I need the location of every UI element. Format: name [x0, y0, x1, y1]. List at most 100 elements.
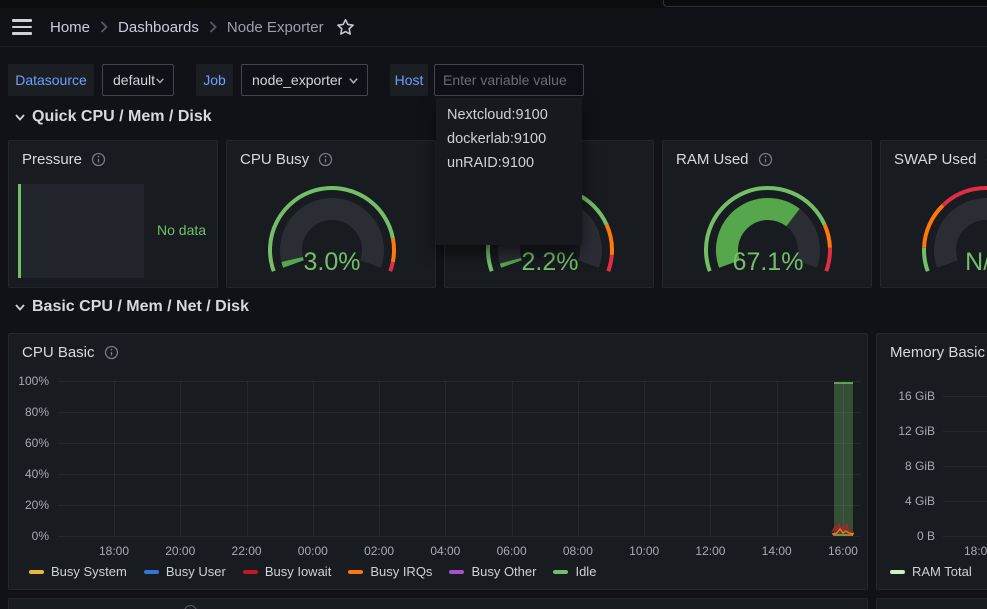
legend-label: Idle [575, 564, 596, 579]
panel-title[interactable]: CPU Busy [240, 151, 309, 168]
gridline [943, 431, 987, 432]
y-axis-tick: 20% [25, 498, 49, 512]
panel-swap-used: SWAP Used N/A [880, 140, 987, 288]
top-chrome-strip [0, 0, 987, 8]
x-axis-tick: 14:00 [762, 544, 792, 558]
chevron-down-icon [155, 75, 165, 86]
x-axis-tick: 00:00 [298, 544, 328, 558]
panel-cpu-busy: CPU Busy 3.0% [226, 140, 436, 288]
info-icon[interactable] [318, 152, 333, 167]
gridline [644, 381, 645, 536]
panel-ram-used: RAM Used 67.1% [662, 140, 872, 288]
search-bar-partial[interactable] [663, 0, 987, 7]
x-axis-tick: 08:00 [563, 544, 593, 558]
datasource-select[interactable]: default [102, 64, 174, 96]
legend-item[interactable]: RAM Total [890, 564, 972, 579]
chevron-right-icon [209, 21, 217, 33]
legend-label: RAM Total [912, 564, 972, 579]
legend-label: Busy User [166, 564, 226, 579]
host-option[interactable]: dockerlab:9100 [436, 127, 582, 151]
y-axis-tick: 40% [25, 467, 49, 481]
memory-basic-legend: RAM Total [890, 564, 987, 579]
cpu-activity-spike [58, 381, 861, 537]
y-axis-tick: 12 GiB [898, 424, 935, 438]
job-select[interactable]: node_exporter [241, 64, 368, 96]
host-option[interactable]: unRAID:9100 [436, 151, 582, 175]
gauge-graphic: 67.1% [663, 177, 873, 289]
gridline [943, 466, 987, 467]
breadcrumb-dashboards[interactable]: Dashboards [118, 19, 199, 36]
gridline [777, 381, 778, 536]
panel-next-row-right-partial [876, 598, 987, 609]
panel-title[interactable]: SWAP Used [894, 151, 977, 168]
x-axis-tick: 02:00 [364, 544, 394, 558]
host-label: Host [390, 64, 428, 96]
gridline [58, 536, 861, 537]
y-axis-tick: 80% [25, 405, 49, 419]
legend-item[interactable]: Busy Other [449, 564, 536, 579]
gridline [247, 381, 248, 536]
panel-title[interactable]: CPU Basic [22, 344, 95, 361]
info-icon[interactable] [91, 152, 106, 167]
y-axis-tick: 4 GiB [905, 494, 935, 508]
cpu-busy-gauge: 3.0% [227, 177, 437, 289]
gridline [578, 381, 579, 536]
panel-header: Memory Basic [877, 334, 987, 361]
job-value: node_exporter [252, 72, 342, 88]
legend-swatch [29, 570, 44, 574]
host-options-menu: Nextcloud:9100dockerlab:9100unRAID:9100 [436, 98, 582, 245]
datasource-value: default [113, 72, 155, 88]
datasource-label: Datasource [8, 64, 94, 96]
no-data-label: No data [157, 222, 206, 238]
section-quick-cpu-mem-disk[interactable]: Quick CPU / Mem / Disk [14, 108, 212, 126]
host-input[interactable] [434, 64, 584, 96]
nav-bar: Home Dashboards Node Exporter [0, 8, 987, 47]
chevron-down-icon [14, 301, 26, 313]
y-axis-tick: 8 GiB [905, 459, 935, 473]
info-icon[interactable] [758, 152, 773, 167]
panel-title[interactable]: RAM Used [676, 151, 749, 168]
x-axis-tick: 06:00 [497, 544, 527, 558]
job-label-text: Job [203, 72, 226, 88]
gridline [58, 412, 861, 413]
gauge-value: N/A [965, 248, 987, 276]
panel-pressure: Pressure No data [8, 140, 218, 288]
legend-item[interactable]: Busy IRQs [348, 564, 432, 579]
legend-swatch [449, 570, 464, 574]
menu-toggle-icon[interactable] [12, 19, 32, 35]
panel-next-row-left-partial [8, 598, 868, 609]
panel-title[interactable]: Pressure [22, 151, 82, 168]
host-option[interactable]: Nextcloud:9100 [436, 103, 582, 127]
panel-header: RAM Used [663, 141, 871, 168]
gridline [58, 474, 861, 475]
legend-item[interactable]: Busy User [144, 564, 226, 579]
gridline [943, 536, 987, 537]
breadcrumb-home[interactable]: Home [50, 19, 90, 36]
info-icon[interactable] [104, 345, 119, 360]
chevron-right-icon [100, 21, 108, 33]
gridline [58, 443, 861, 444]
section-basic-cpu-mem-net-disk[interactable]: Basic CPU / Mem / Net / Disk [14, 298, 249, 316]
gridline [313, 381, 314, 536]
y-axis-tick: 0 B [917, 529, 935, 543]
legend-item[interactable]: Busy System [29, 564, 127, 579]
breadcrumb-current: Node Exporter [227, 19, 324, 36]
gauge-value: 2.2% [522, 248, 579, 276]
panel-header: Pressure [9, 141, 217, 168]
legend-item[interactable]: Busy Iowait [243, 564, 331, 579]
x-axis-tick: 04:00 [430, 544, 460, 558]
gauge-value: 3.0% [304, 248, 361, 276]
legend-item[interactable]: Idle [553, 564, 596, 579]
panel-title[interactable]: Memory Basic [890, 344, 985, 361]
gridline [943, 396, 987, 397]
gridline [512, 381, 513, 536]
legend-swatch [890, 570, 905, 574]
job-label: Job [196, 64, 233, 96]
y-axis-tick: 16 GiB [898, 389, 935, 403]
gridline [943, 501, 987, 502]
gauge-graphic: N/A [881, 177, 987, 289]
star-favorite-icon[interactable] [336, 18, 355, 37]
gauge-graphic: 3.0% [227, 177, 437, 289]
x-axis-tick: 22:00 [232, 544, 262, 558]
gauge-value: 67.1% [733, 248, 804, 276]
